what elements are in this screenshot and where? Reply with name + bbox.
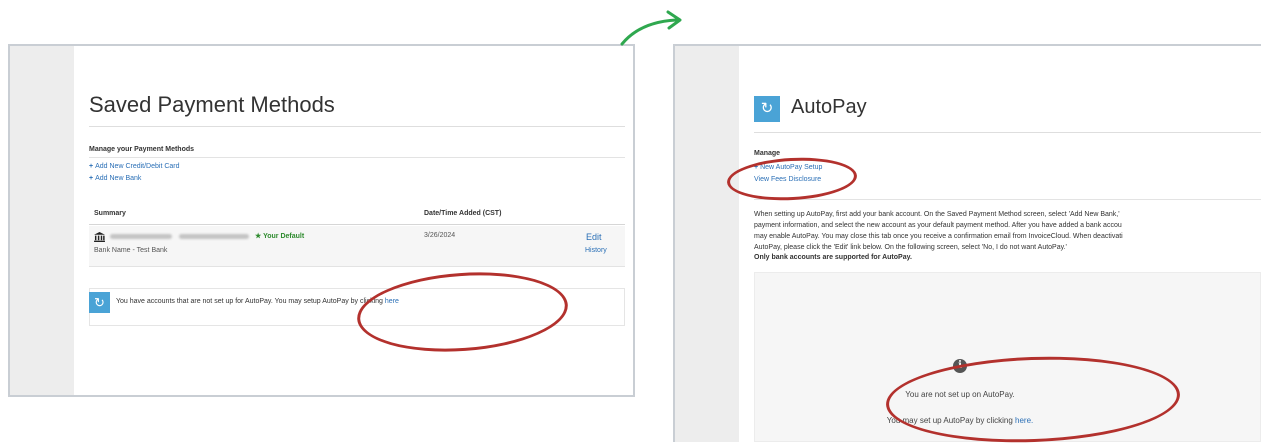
arrow-icon xyxy=(620,10,682,46)
add-bank-link[interactable]: + Add New Bank xyxy=(89,175,141,182)
bank-name: Bank Name - Test Bank xyxy=(94,247,168,254)
header-divider xyxy=(89,224,625,225)
refresh-icon: ↻ xyxy=(89,292,110,313)
add-card-link[interactable]: + Add New Credit/Debit Card xyxy=(89,163,180,170)
manage-divider xyxy=(754,199,1261,200)
manage-divider xyxy=(89,157,625,158)
manage-heading: Manage xyxy=(754,150,781,157)
summary-header: Summary xyxy=(94,210,126,217)
add-bank-label: Add New Bank xyxy=(95,175,142,182)
instructions-line: When setting up AutoPay, first add your … xyxy=(754,211,1120,218)
title-divider xyxy=(89,126,625,127)
page-title: AutoPay xyxy=(791,96,867,118)
saved-payment-methods-screenshot: Saved Payment Methods Manage your Paymen… xyxy=(8,44,635,397)
history-link[interactable]: History xyxy=(585,247,607,254)
instructions-line: AutoPay, please click the 'Edit' link be… xyxy=(754,244,1067,251)
plus-icon: + xyxy=(89,163,94,170)
title-divider xyxy=(754,132,1261,133)
bank-icon xyxy=(94,232,105,242)
edit-link[interactable]: Edit xyxy=(586,232,602,242)
page-title: Saved Payment Methods xyxy=(89,92,335,117)
table-header: Summary Date/Time Added (CST) xyxy=(89,210,625,224)
date-added-value: 3/26/2024 xyxy=(424,232,456,239)
instructions-line: payment information, and select the new … xyxy=(754,222,1122,229)
refresh-icon: ↻ xyxy=(754,96,780,122)
manage-heading: Manage your Payment Methods xyxy=(89,146,195,153)
autopay-instructions: When setting up AutoPay, first add your … xyxy=(754,209,1261,253)
notice-message: You have accounts that are not set up fo… xyxy=(116,298,385,305)
saved-payment-methods-page: Saved Payment Methods Manage your Paymen… xyxy=(74,46,633,395)
autopay-notice-text: You have accounts that are not set up fo… xyxy=(116,298,399,305)
redacted-account-number xyxy=(179,234,249,239)
redacted-account-number xyxy=(110,234,172,239)
row-divider xyxy=(89,266,625,267)
date-added-header: Date/Time Added (CST) xyxy=(424,210,502,217)
plus-icon: + xyxy=(89,175,94,182)
add-card-label: Add New Credit/Debit Card xyxy=(95,163,180,170)
instructions-line: may enable AutoPay. You may close this t… xyxy=(754,233,1123,240)
bank-only-notice: Only bank accounts are supported for Aut… xyxy=(754,254,912,261)
table-row xyxy=(89,226,625,266)
default-badge: ★ Your Default xyxy=(255,233,305,240)
